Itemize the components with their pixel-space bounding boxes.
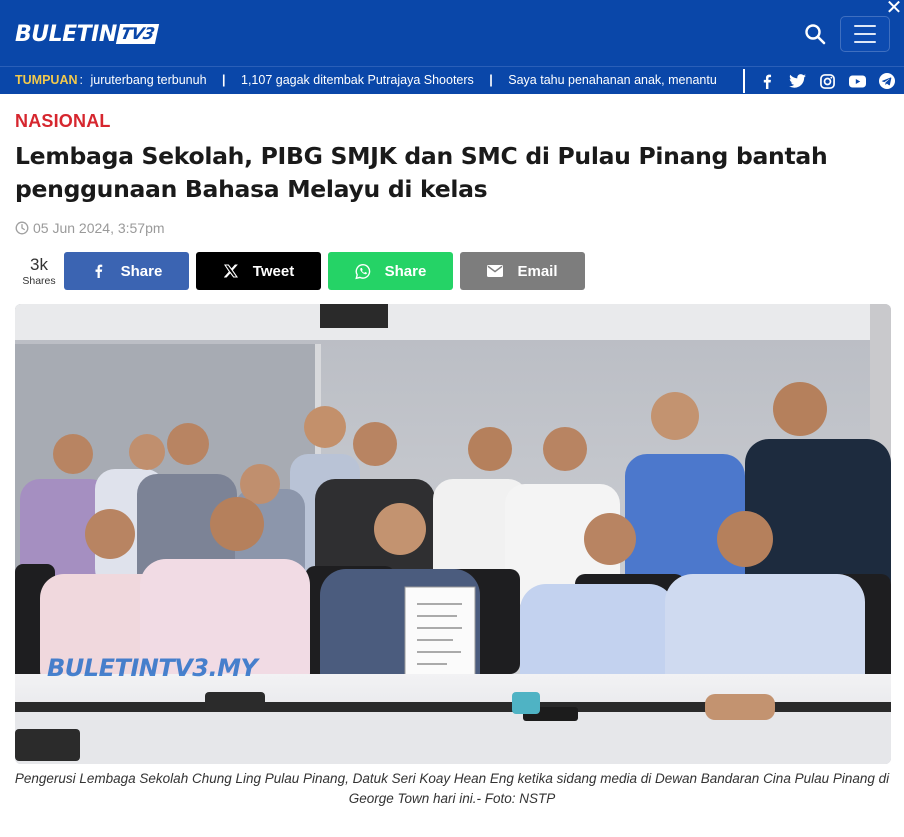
article-category[interactable]: NASIONAL	[15, 111, 111, 132]
search-icon	[805, 24, 826, 45]
x-share-label: Tweet	[252, 262, 295, 280]
x-share-button[interactable]: Tweet	[196, 252, 321, 290]
ticker-item[interactable]: juruterbang terbunuh	[90, 73, 206, 87]
hamburger-menu-button[interactable]	[840, 16, 890, 52]
search-button[interactable]	[800, 19, 830, 49]
photo-watermark: BULETINTV3.MY	[47, 654, 258, 682]
ticker-track: TUMPUAN: juruterbang terbunuh | 1,107 ga…	[15, 67, 743, 95]
social-links	[752, 67, 900, 95]
article-photo[interactable]: BULETINTV3.MY	[15, 304, 891, 764]
youtube-icon[interactable]	[848, 72, 866, 90]
clock-icon	[15, 221, 29, 235]
ticker-separator: |	[222, 73, 226, 87]
x-icon	[223, 263, 239, 279]
facebook-share-button[interactable]: Share	[64, 252, 189, 290]
whatsapp-share-button[interactable]: Share	[328, 252, 453, 290]
instagram-icon[interactable]	[818, 72, 836, 90]
ticker-label: TUMPUAN	[15, 73, 78, 87]
ticker-item[interactable]: Saya tahu penahanan anak, menantu	[508, 73, 717, 87]
facebook-icon[interactable]	[758, 72, 776, 90]
facebook-share-label: Share	[120, 262, 163, 280]
logo-main: BULETIN	[15, 22, 117, 47]
article-date: 05 Jun 2024, 3:57pm	[15, 220, 165, 236]
telegram-icon[interactable]	[878, 72, 896, 90]
ticker-colon: :	[79, 73, 83, 87]
email-icon	[487, 263, 504, 279]
article-date-text: 05 Jun 2024, 3:57pm	[33, 220, 165, 236]
ticker-item[interactable]: 1,107 gagak ditembak Putrajaya Shooters	[241, 73, 474, 87]
hamburger-icon-line	[854, 33, 876, 35]
email-share-label: Email	[517, 262, 558, 280]
share-count-label: Shares	[22, 275, 56, 287]
email-share-button[interactable]: Email	[460, 252, 585, 290]
ticker-separator: |	[489, 73, 493, 87]
ticker-divider	[743, 69, 745, 93]
photo-caption: Pengerusi Lembaga Sekolah Chung Ling Pul…	[14, 771, 890, 806]
press-conference-image	[15, 304, 891, 764]
share-counter: 3k Shares	[18, 256, 60, 288]
facebook-icon	[91, 263, 107, 279]
site-logo[interactable]: BULETIN TV3	[15, 22, 159, 47]
close-icon[interactable]: ✕	[884, 0, 904, 18]
twitter-icon[interactable]	[788, 72, 806, 90]
logo-suffix: TV3	[115, 24, 159, 44]
hamburger-icon-line	[854, 25, 876, 27]
news-ticker: TUMPUAN: juruterbang terbunuh | 1,107 ga…	[0, 66, 904, 94]
whatsapp-share-label: Share	[384, 262, 427, 280]
article-headline: Lembaga Sekolah, PIBG SMJK dan SMC di Pu…	[15, 142, 828, 203]
hamburger-icon-line	[854, 41, 876, 43]
share-count-value: 3k	[30, 255, 48, 274]
site-header: BULETIN TV3 ✕	[0, 0, 904, 66]
whatsapp-icon	[354, 263, 371, 279]
